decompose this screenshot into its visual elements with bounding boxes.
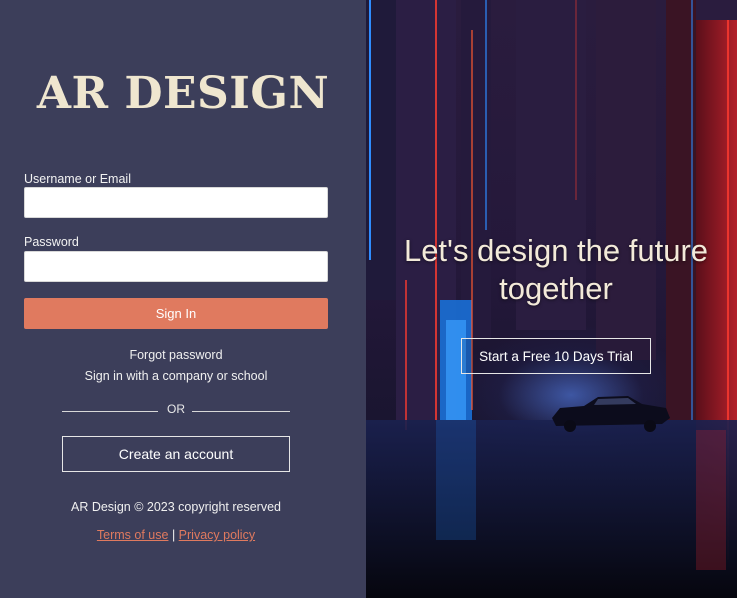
login-panel: AR DESIGN Username or Email Password Sig…: [0, 0, 366, 598]
password-label: Password: [24, 235, 79, 249]
or-text: OR: [167, 402, 185, 416]
footer-links: Terms of use | Privacy policy: [0, 528, 352, 542]
forgot-password-link[interactable]: Forgot password: [0, 348, 352, 362]
terms-of-use-link[interactable]: Terms of use: [97, 528, 169, 542]
password-input[interactable]: [24, 251, 328, 282]
username-label: Username or Email: [24, 172, 131, 186]
copyright-text: AR Design © 2023 copyright reserved: [70, 500, 281, 514]
company-school-sign-in-link[interactable]: Sign in with a company or school: [0, 369, 352, 383]
privacy-policy-link[interactable]: Privacy policy: [179, 528, 255, 542]
footer-separator: |: [171, 528, 176, 542]
brand-logo-text: AR DESIGN: [36, 68, 330, 119]
free-trial-button[interactable]: Start a Free 10 Days Trial: [461, 338, 651, 374]
or-divider: OR: [62, 402, 290, 420]
hero-title-line-2: together: [499, 271, 613, 306]
username-input[interactable]: [24, 187, 328, 218]
divider-line-right: [192, 411, 290, 412]
sign-in-button[interactable]: Sign In: [24, 298, 328, 329]
hero-title-line-1: Let's design the future: [403, 233, 709, 268]
create-account-button[interactable]: Create an account: [62, 436, 290, 472]
hero-title: Let's design the future together: [366, 232, 737, 308]
